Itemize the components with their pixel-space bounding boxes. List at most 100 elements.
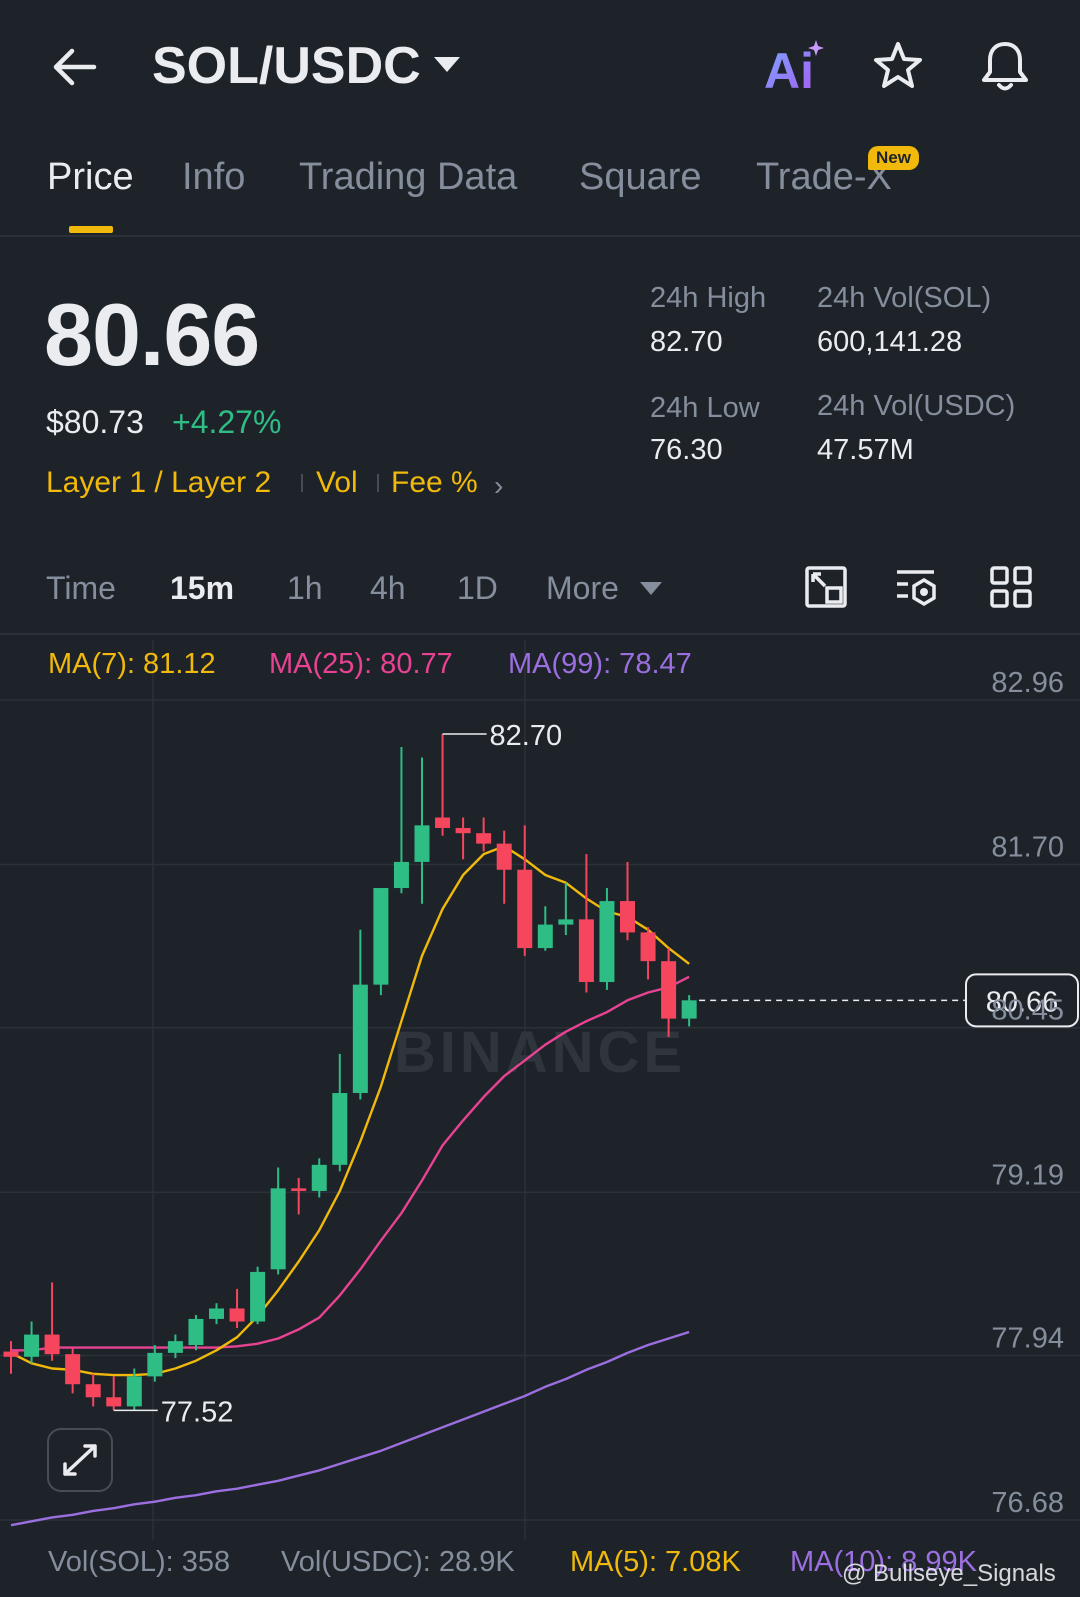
candle-body bbox=[661, 961, 677, 1019]
candle bbox=[250, 1266, 266, 1325]
candle-body bbox=[44, 1334, 60, 1355]
y-tick-label: 76.68 bbox=[991, 1487, 1064, 1519]
tab-price[interactable]: Price bbox=[47, 156, 134, 199]
divider bbox=[0, 633, 1080, 635]
y-tick-label: 77.94 bbox=[991, 1322, 1064, 1354]
grid-layout-icon bbox=[990, 566, 1032, 608]
stat-high-value: 82.70 bbox=[650, 326, 723, 358]
candle-body bbox=[229, 1308, 245, 1322]
candle-body bbox=[558, 919, 574, 925]
star-icon bbox=[874, 42, 922, 88]
candle bbox=[578, 854, 594, 993]
candle bbox=[558, 882, 574, 936]
candle bbox=[65, 1347, 81, 1394]
stat-vol-usdc-label: 24h Vol(USDC) bbox=[817, 390, 1016, 422]
candle bbox=[229, 1288, 245, 1329]
divider bbox=[0, 235, 1080, 237]
back-arrow-icon bbox=[53, 48, 97, 86]
tag-separator bbox=[377, 474, 379, 492]
tab-square[interactable]: Square bbox=[579, 156, 702, 199]
binance-watermark: BINANCE bbox=[394, 1020, 686, 1085]
candle-body bbox=[599, 901, 615, 983]
candle-body bbox=[24, 1334, 40, 1357]
candle-body bbox=[578, 919, 594, 983]
ai-button[interactable]: Ai bbox=[764, 38, 828, 99]
candle-body bbox=[455, 827, 471, 834]
vol-usdc-legend: Vol(USDC): 28.9K bbox=[281, 1546, 515, 1578]
candle-body bbox=[188, 1318, 204, 1346]
candle-body bbox=[250, 1271, 266, 1322]
candle-body bbox=[270, 1188, 286, 1270]
tag-separator bbox=[301, 474, 303, 492]
interval-15m[interactable]: 15m bbox=[170, 570, 234, 607]
chevron-right-icon[interactable]: › bbox=[494, 470, 503, 502]
candle-body bbox=[414, 825, 430, 862]
candle bbox=[435, 733, 451, 836]
tag-fee[interactable]: Fee % bbox=[391, 466, 478, 500]
candle bbox=[270, 1167, 286, 1275]
ma7-legend: MA(7): 81.12 bbox=[48, 648, 216, 680]
candle-body bbox=[126, 1376, 142, 1407]
ma25-legend: MA(25): 80.77 bbox=[269, 648, 453, 680]
interval-1h[interactable]: 1h bbox=[287, 570, 323, 607]
stat-low-label: 24h Low bbox=[650, 392, 760, 424]
interval-more[interactable]: More bbox=[546, 570, 619, 607]
candle-body bbox=[311, 1164, 327, 1191]
expand-icon bbox=[63, 1444, 97, 1476]
candle-body bbox=[537, 924, 553, 949]
chevron-down-icon[interactable] bbox=[640, 582, 662, 595]
indicator-settings-icon bbox=[897, 570, 936, 607]
grid-layout-button[interactable] bbox=[988, 564, 1034, 610]
ma99-legend: MA(99): 78.47 bbox=[508, 648, 692, 680]
candle bbox=[476, 817, 492, 852]
candle bbox=[3, 1341, 19, 1374]
candle bbox=[352, 929, 368, 1100]
pair-title[interactable]: SOL/USDC bbox=[152, 36, 421, 96]
chevron-down-icon[interactable] bbox=[434, 57, 460, 72]
interval-4h[interactable]: 4h bbox=[370, 570, 406, 607]
chart-settings-button[interactable] bbox=[803, 564, 849, 610]
tag-layer[interactable]: Layer 1 / Layer 2 bbox=[46, 466, 271, 500]
candle-body bbox=[147, 1352, 163, 1377]
tab-info[interactable]: Info bbox=[182, 156, 245, 199]
tag-vol[interactable]: Vol bbox=[316, 466, 358, 500]
low-marker-label: 77.52 bbox=[161, 1396, 234, 1428]
candle-body bbox=[393, 861, 409, 889]
fullscreen-button[interactable] bbox=[47, 1428, 113, 1492]
back-button[interactable] bbox=[48, 44, 100, 90]
alert-button[interactable] bbox=[978, 38, 1032, 94]
candle-body bbox=[435, 817, 451, 828]
candle-body bbox=[291, 1188, 307, 1191]
candle bbox=[373, 888, 389, 996]
candle-body bbox=[476, 833, 492, 844]
interval-1d[interactable]: 1D bbox=[457, 570, 498, 607]
candle-body bbox=[332, 1093, 348, 1165]
candle bbox=[167, 1334, 183, 1359]
candle bbox=[188, 1315, 204, 1351]
indicator-settings-button[interactable] bbox=[894, 564, 940, 610]
ai-label: Ai bbox=[764, 43, 814, 94]
tab-trading-data[interactable]: Trading Data bbox=[299, 156, 517, 199]
usd-price: $80.73 bbox=[46, 404, 144, 440]
stat-vol-usdc-value: 47.57M bbox=[817, 434, 914, 466]
candle-body bbox=[106, 1397, 122, 1407]
candle bbox=[24, 1321, 40, 1364]
candle bbox=[106, 1376, 122, 1411]
candle bbox=[209, 1303, 224, 1325]
candle-body bbox=[620, 901, 635, 933]
candle bbox=[620, 861, 635, 941]
y-tick-label: 79.19 bbox=[991, 1159, 1064, 1191]
candle bbox=[455, 817, 471, 860]
candle-body bbox=[65, 1354, 81, 1385]
candle-body bbox=[209, 1308, 224, 1319]
chart-settings-icon bbox=[805, 566, 847, 608]
interval-time[interactable]: Time bbox=[46, 570, 116, 607]
candle bbox=[393, 747, 409, 894]
candle bbox=[517, 825, 533, 956]
candle-body bbox=[85, 1384, 101, 1398]
candlestick-chart[interactable]: BINANCE 82.7077.5280.66 82.9681.7080.457… bbox=[0, 640, 1080, 1540]
vol-ma5-legend: MA(5): 7.08K bbox=[570, 1546, 741, 1578]
active-tab-indicator bbox=[69, 226, 113, 233]
candle-body bbox=[167, 1341, 183, 1353]
favorite-button[interactable] bbox=[872, 40, 924, 92]
